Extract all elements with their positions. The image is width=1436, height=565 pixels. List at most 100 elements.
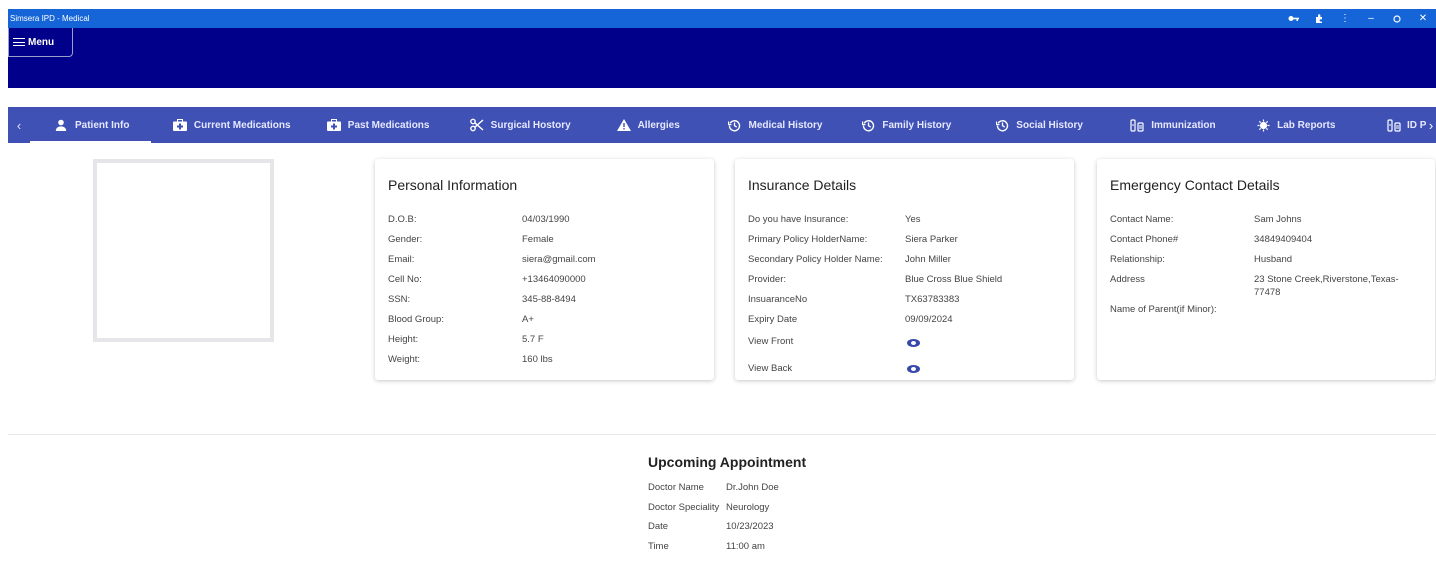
field-value: 10/23/2023	[726, 521, 774, 532]
tab-id-proof[interactable]: ID Pro	[1361, 107, 1426, 143]
field-label: Height:	[388, 334, 419, 345]
field-label: Gender:	[388, 234, 423, 245]
tab-lab-reports[interactable]: Lab Reports	[1227, 107, 1361, 143]
field-label: Contact Name:	[1110, 214, 1174, 225]
personal-information-card: Personal Information D.O.B: 04/03/1990 G…	[375, 159, 714, 380]
tab-label: Allergies	[637, 119, 680, 131]
tab-label: Immunization	[1151, 119, 1216, 131]
field-value: Blue Cross Blue Shield	[905, 274, 1003, 285]
vaccine-icon	[1387, 118, 1401, 132]
key-icon[interactable]	[1280, 9, 1306, 28]
menu-label: Menu	[28, 36, 55, 48]
minimize-icon[interactable]: –	[1358, 9, 1384, 28]
field-value: A+	[522, 314, 534, 325]
tab-label: ID Pro	[1407, 119, 1426, 131]
field-label: InsuaranceNo	[748, 294, 808, 305]
field-value: Husband	[1254, 254, 1293, 265]
field-value: Sam Johns	[1254, 214, 1302, 225]
field-label: Cell No:	[388, 274, 422, 285]
vaccine-icon	[1129, 118, 1145, 132]
tabs-scroll-left-icon[interactable]: ‹	[8, 107, 30, 143]
field-value: 04/03/1990	[522, 214, 570, 225]
app-header: Menu	[8, 28, 1436, 88]
field-label: D.O.B:	[388, 214, 417, 225]
tab-family-history[interactable]: Family History	[836, 107, 967, 143]
tab-medical-history[interactable]: Medical History	[703, 107, 836, 143]
field-value: John Miller	[905, 254, 951, 265]
field-label: Primary Policy HolderName:	[748, 234, 868, 245]
tab-allergies[interactable]: Allergies	[587, 107, 704, 143]
field-label: Expiry Date	[748, 314, 798, 325]
field-value: Dr.John Doe	[726, 482, 779, 493]
field-value: Female	[522, 234, 554, 245]
field-label: Doctor Name	[648, 482, 704, 493]
section-divider	[8, 434, 1436, 435]
field-label: Name of Parent(if Minor):	[1110, 304, 1217, 315]
tab-past-medications[interactable]: Past Medications	[304, 107, 445, 143]
field-label: Do you have Insurance:	[748, 214, 849, 225]
appointment-title: Upcoming Appointment	[648, 454, 807, 470]
tab-current-medications[interactable]: Current Medications	[151, 107, 304, 143]
card-title: Emergency Contact Details	[1110, 177, 1280, 193]
close-icon[interactable]: ✕	[1410, 9, 1436, 28]
field-label: Email:	[388, 254, 415, 265]
field-value: Neurology	[726, 502, 770, 513]
tab-social-history[interactable]: Social History	[967, 107, 1099, 143]
tab-label: Lab Reports	[1277, 119, 1336, 131]
emergency-contact-card: Emergency Contact Details Contact Name: …	[1097, 159, 1435, 380]
tab-immunization[interactable]: Immunization	[1099, 107, 1227, 143]
person-icon	[53, 118, 69, 132]
field-value: Siera Parker	[905, 234, 958, 245]
tabs-scroll-right-icon[interactable]: ›	[1426, 107, 1436, 143]
field-value: 09/09/2024	[905, 314, 953, 325]
field-value: 160 lbs	[522, 354, 553, 365]
field-value: 34849409404	[1254, 234, 1313, 245]
history-icon	[994, 118, 1010, 132]
tab-patient-info[interactable]: Patient Info	[30, 107, 151, 143]
menu-button[interactable]: Menu	[8, 28, 73, 57]
medkit-icon	[326, 118, 342, 132]
tab-surgical-history[interactable]: Surgical Hostory	[445, 107, 587, 143]
warning-icon	[616, 118, 632, 132]
field-label: SSN:	[388, 294, 411, 305]
field-label: Contact Phone#	[1110, 234, 1179, 245]
history-icon	[726, 118, 742, 132]
medkit-icon	[172, 118, 188, 132]
field-value: +13464090000	[522, 274, 586, 285]
field-value: siera@gmail.com	[522, 254, 596, 265]
tab-label: Social History	[1016, 119, 1083, 131]
restore-icon[interactable]	[1384, 9, 1410, 28]
tab-label: Patient Info	[75, 119, 130, 131]
field-value: 5.7 F	[522, 334, 544, 345]
view-front-eye-icon[interactable]	[907, 339, 920, 350]
field-label: Secondary Policy Holder Name:	[748, 254, 883, 265]
history-icon	[860, 118, 876, 132]
tab-label: Past Medications	[347, 119, 430, 131]
patient-tabbar: ‹ Patient Info Current Medications Past …	[8, 107, 1436, 143]
field-label: Weight:	[388, 354, 421, 365]
card-title: Personal Information	[388, 177, 518, 193]
insurance-details-card: Insurance Details Do you have Insurance:…	[735, 159, 1074, 380]
window-titlebar: Simsera IPD - Medical ⋮ – ✕	[8, 9, 1436, 28]
field-value: TX63783383	[905, 294, 960, 305]
field-label: Doctor Speciality	[648, 502, 720, 513]
hamburger-icon	[13, 38, 25, 46]
field-label: Address	[1110, 274, 1145, 285]
field-value: 23 Stone Creek,Riverstone,Texas-	[1254, 274, 1399, 285]
tab-label: Family History	[882, 119, 952, 131]
virus-icon	[1255, 118, 1271, 132]
tab-label: Surgical Hostory	[490, 119, 571, 131]
puzzle-icon[interactable]	[1306, 9, 1332, 28]
field-value: Yes	[905, 214, 921, 225]
view-back-label: View Back	[748, 363, 793, 374]
card-title: Insurance Details	[748, 177, 857, 193]
view-back-eye-icon[interactable]	[907, 365, 920, 376]
field-label: Time	[648, 541, 669, 552]
field-label: Provider:	[748, 274, 787, 285]
field-value: 11:00 am	[726, 541, 765, 552]
scissors-icon	[469, 118, 485, 132]
window-controls: ⋮ – ✕	[1280, 9, 1436, 28]
field-label: Blood Group:	[388, 314, 444, 325]
field-value: 77478	[1254, 287, 1281, 298]
kebab-icon[interactable]: ⋮	[1332, 9, 1358, 28]
